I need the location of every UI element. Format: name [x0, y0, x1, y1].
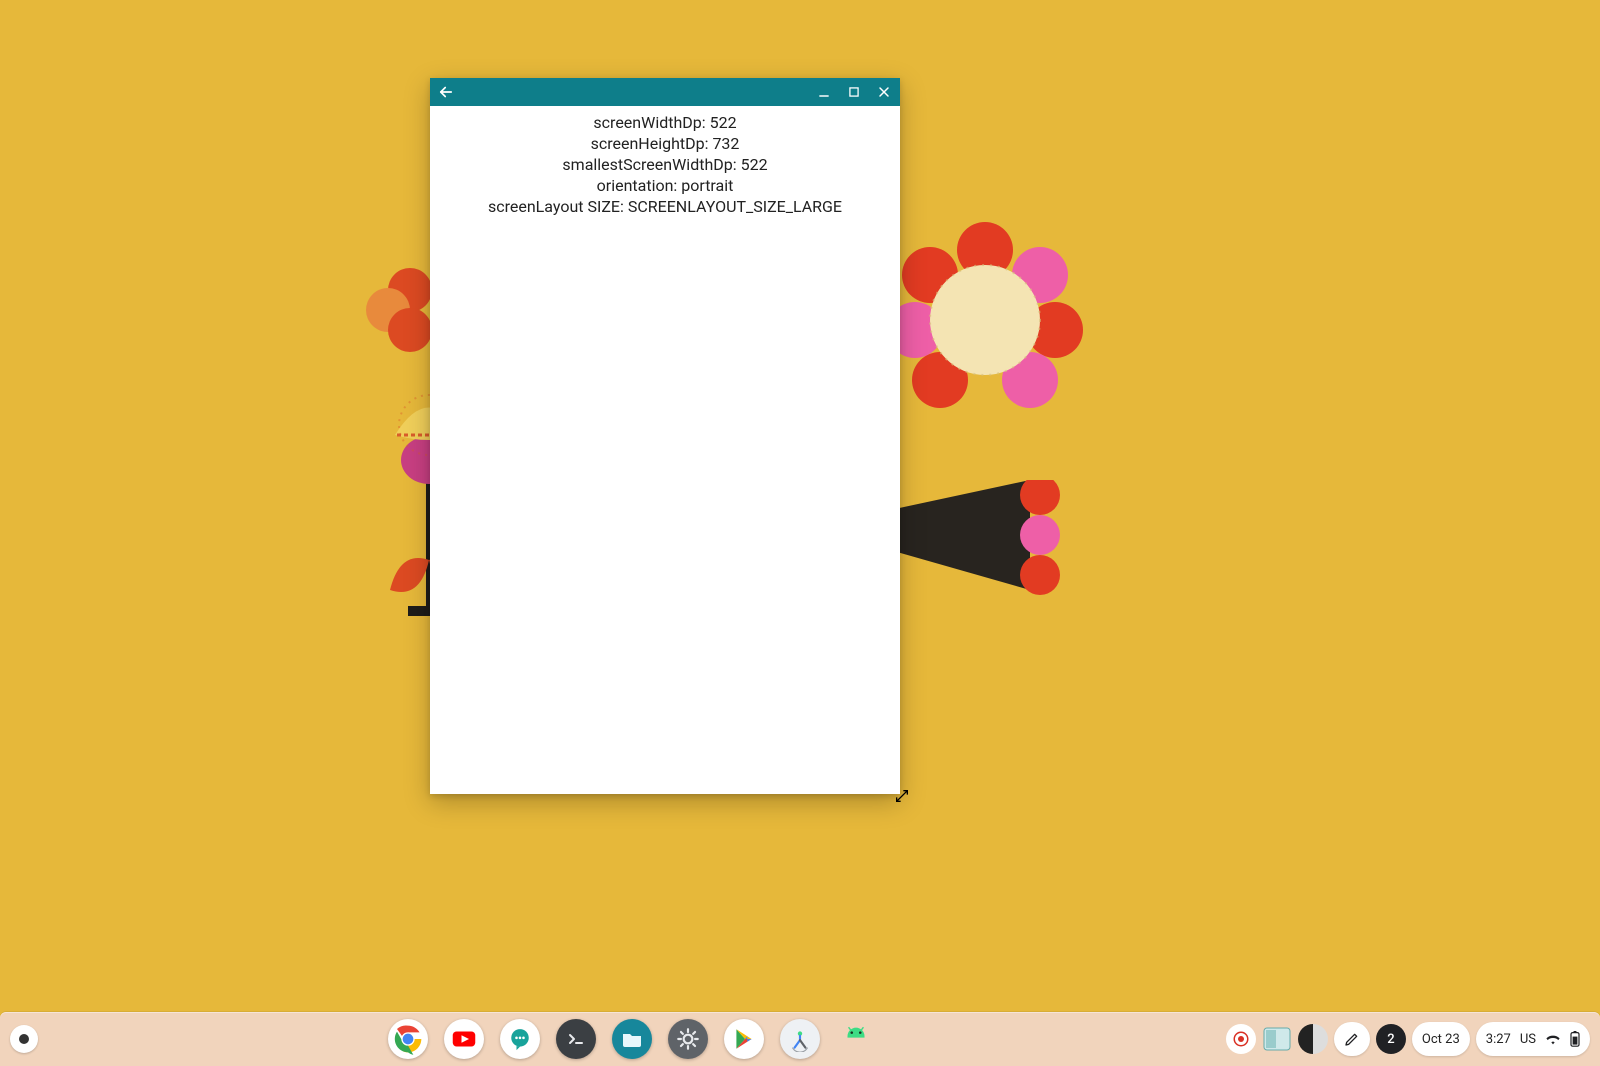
maximize-button[interactable]	[844, 82, 864, 102]
tray-contrast-icon[interactable]	[1298, 1024, 1328, 1054]
back-button[interactable]	[436, 82, 456, 102]
app-android[interactable]	[836, 1019, 876, 1059]
app-play-store[interactable]	[724, 1019, 764, 1059]
android-app-window: screenWidthDp: 522 screenHeightDp: 732 s…	[430, 78, 900, 794]
app-youtube[interactable]	[444, 1019, 484, 1059]
shelf-taskbar: 2 Oct 23 3:27 US	[0, 1012, 1600, 1066]
app-chrome[interactable]	[388, 1019, 428, 1059]
app-terminal[interactable]	[556, 1019, 596, 1059]
tray-stylus-pill[interactable]	[1334, 1022, 1370, 1056]
config-line: smallestScreenWidthDp: 522	[430, 155, 900, 175]
app-android-studio[interactable]	[780, 1019, 820, 1059]
resize-cursor-icon	[894, 788, 910, 804]
app-files[interactable]	[612, 1019, 652, 1059]
minimize-button[interactable]	[814, 82, 834, 102]
tray-date-text: Oct 23	[1422, 1032, 1460, 1047]
config-line: orientation: portrait	[430, 176, 900, 196]
close-button[interactable]	[874, 82, 894, 102]
tray-record-icon[interactable]	[1226, 1024, 1256, 1054]
window-content: screenWidthDp: 522 screenHeightDp: 732 s…	[430, 106, 900, 217]
tray-notification-count[interactable]: 2	[1376, 1024, 1406, 1054]
tray-date-pill[interactable]: Oct 23	[1412, 1022, 1470, 1056]
tray-status-pill[interactable]: 3:27 US	[1476, 1022, 1590, 1056]
tray-input-text: US	[1520, 1032, 1536, 1047]
battery-icon	[1570, 1031, 1580, 1047]
tray-time-text: 3:27	[1486, 1032, 1511, 1047]
config-line: screenHeightDp: 732	[430, 134, 900, 154]
config-line: screenWidthDp: 522	[430, 113, 900, 133]
notification-count-text: 2	[1387, 1032, 1394, 1047]
window-titlebar	[430, 78, 900, 106]
app-chat[interactable]	[500, 1019, 540, 1059]
config-line: screenLayout SIZE: SCREENLAYOUT_SIZE_LAR…	[430, 197, 900, 217]
tray-running-app-thumb-1[interactable]	[1262, 1024, 1292, 1054]
app-settings[interactable]	[668, 1019, 708, 1059]
wifi-icon	[1545, 1031, 1561, 1047]
launcher-button[interactable]	[10, 1025, 38, 1053]
